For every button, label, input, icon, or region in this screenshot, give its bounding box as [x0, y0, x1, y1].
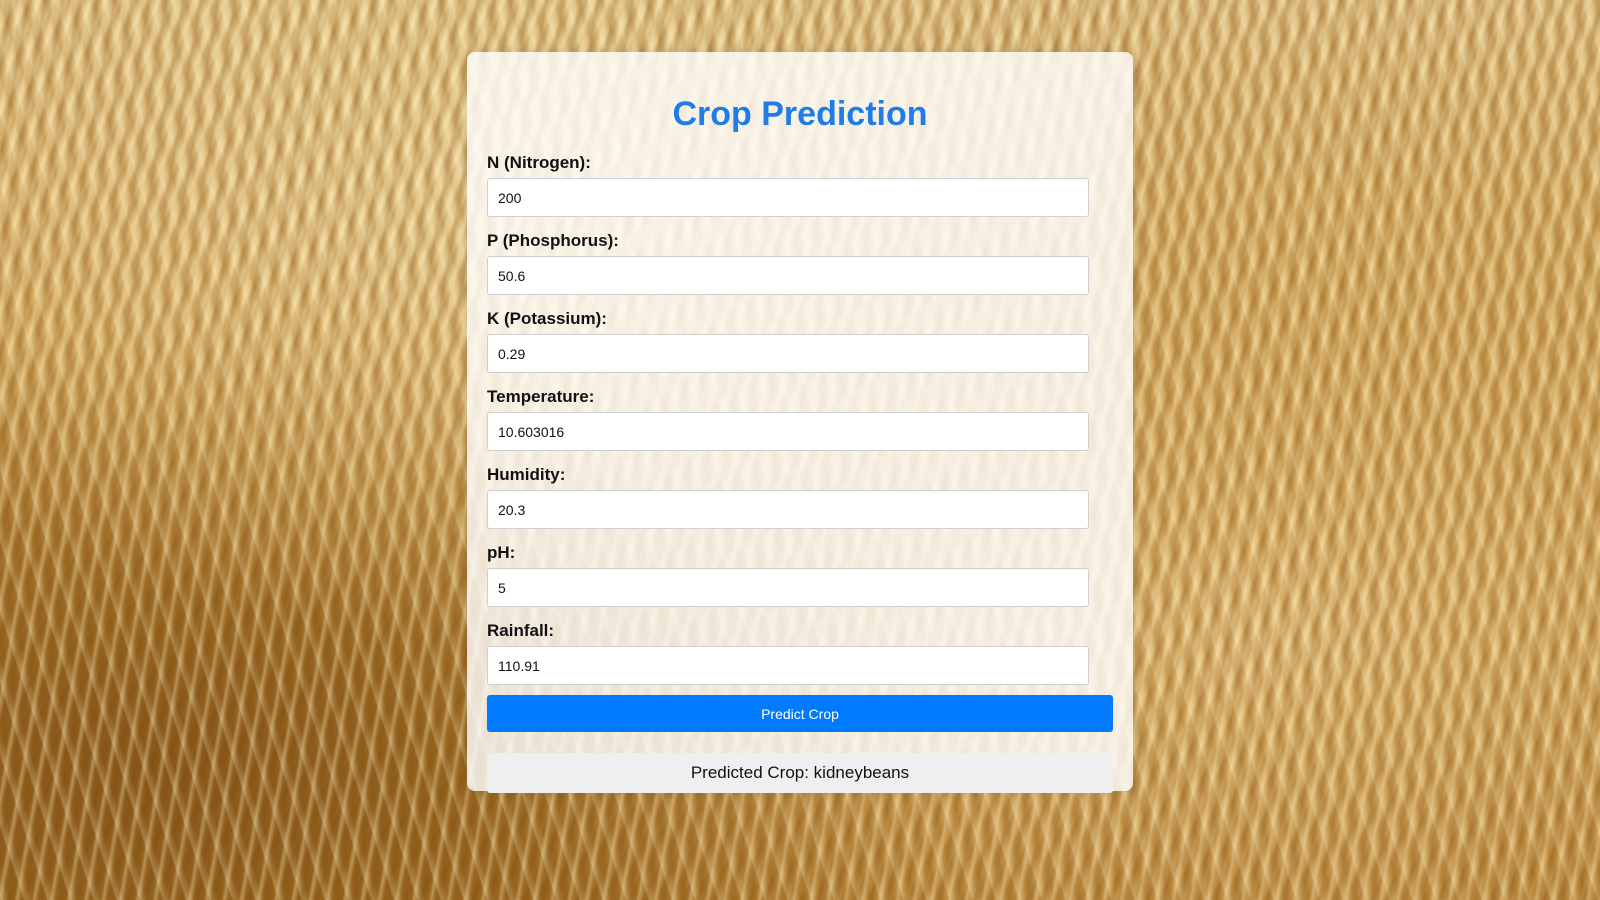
ph-label: pH:: [487, 543, 516, 562]
prediction-card: Crop Prediction N (Nitrogen): P (Phospho…: [467, 52, 1133, 793]
temperature-input[interactable]: [487, 412, 1089, 451]
temperature-label: Temperature:: [487, 387, 595, 406]
nitrogen-input[interactable]: [487, 178, 1089, 217]
page-title: Crop Prediction: [672, 95, 928, 133]
humidity-label: Humidity:: [487, 465, 566, 484]
rainfall-label: Rainfall:: [487, 621, 555, 640]
potassium-label: K (Potassium):: [487, 309, 607, 328]
phosphorus-label: P (Phosphorus):: [487, 231, 619, 250]
humidity-input[interactable]: [487, 490, 1089, 529]
nitrogen-label: N (Nitrogen):: [487, 153, 591, 172]
predict-crop-button[interactable]: Predict Crop: [487, 695, 1113, 732]
ph-input[interactable]: [487, 568, 1089, 607]
rainfall-input[interactable]: [487, 646, 1089, 685]
phosphorus-input[interactable]: [487, 256, 1089, 295]
prediction-result: Predicted Crop: kidneybeans: [487, 753, 1113, 793]
crop-prediction-form: N (Nitrogen): P (Phosphorus): K (Potassi…: [487, 153, 1113, 732]
potassium-input[interactable]: [487, 334, 1089, 373]
